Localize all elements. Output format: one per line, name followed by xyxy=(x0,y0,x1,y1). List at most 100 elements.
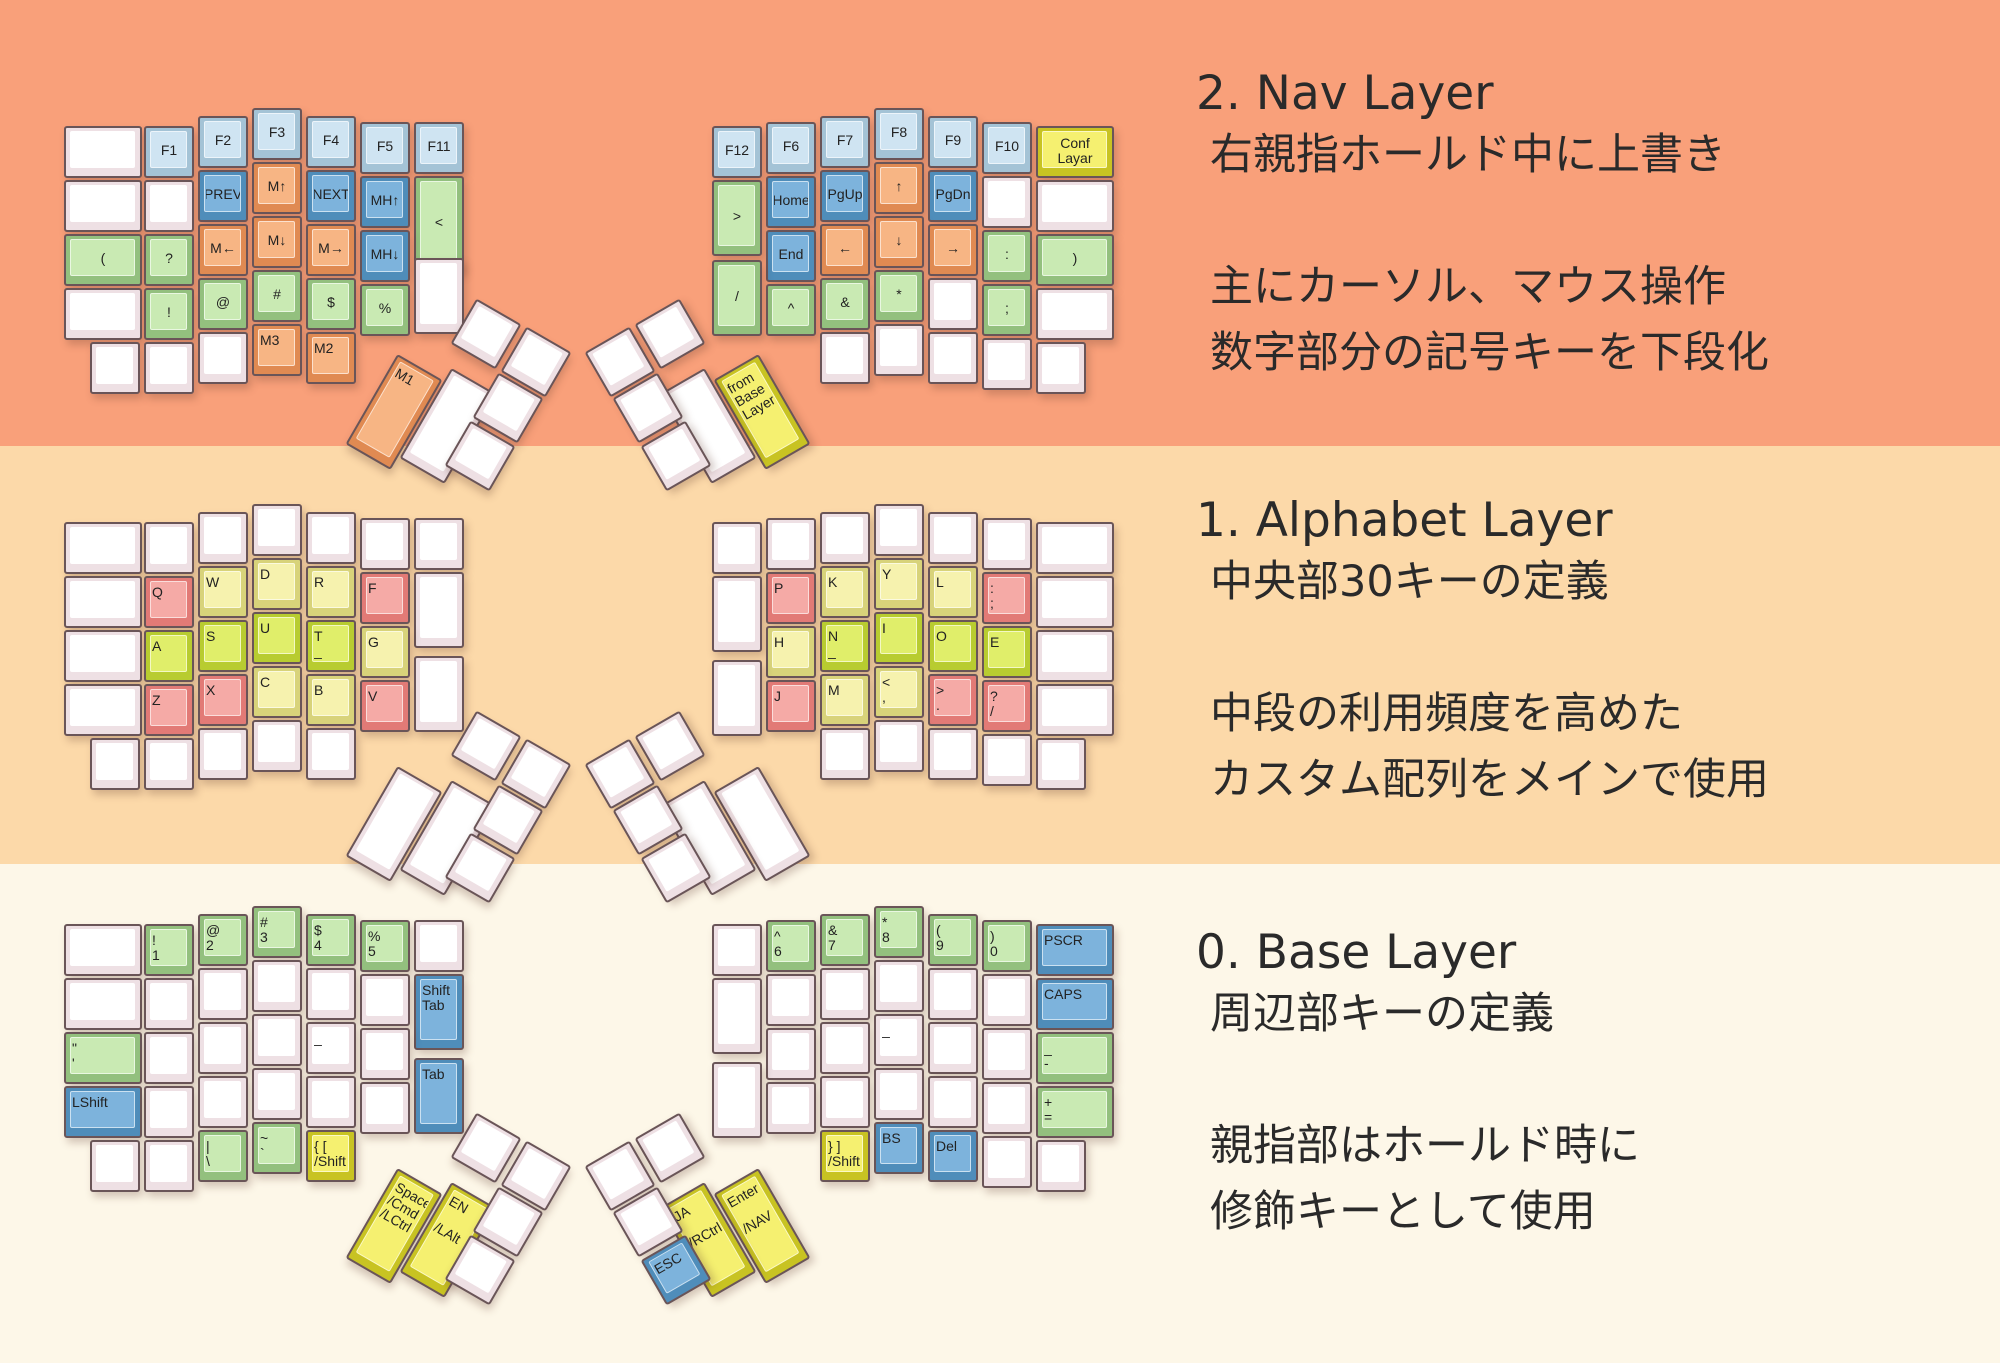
nav-left-r3-k5-label: % xyxy=(378,300,392,316)
base-right-bottom-k0: } ] /Shift xyxy=(820,1130,870,1182)
nav-left-r2-k3-label: M↓ xyxy=(267,232,287,248)
nav-right-r3-k0: / xyxy=(712,260,762,336)
alpha-right-r2-k2-label: N _ xyxy=(828,629,839,659)
alpha-left-r1-k2-label: W xyxy=(206,575,220,590)
nav-left-bottom-k4: M2 xyxy=(306,332,356,384)
alpha-right-r3-k5: ? / xyxy=(982,680,1032,732)
alpha-left-r0-k5 xyxy=(360,518,410,570)
nav-left-r3-k1: ! xyxy=(144,288,194,340)
alpha-left-r1-k5: F xyxy=(360,572,410,624)
base-right-r3-k6-label: + = xyxy=(1044,1095,1053,1125)
base-left-bottom-k2-label: | \ xyxy=(206,1139,210,1169)
base-left-bottom-k4-label: { [ /Shift xyxy=(314,1139,346,1169)
nav-left-r3-k2: @ xyxy=(198,278,248,330)
nav-right-r0-k6-label: Conf Layar xyxy=(1057,135,1093,166)
base-right-r3-k0 xyxy=(712,1062,762,1138)
base-left-bottom-k3-label: ~ ` xyxy=(260,1131,269,1161)
nav-right-r2-k6-label: ) xyxy=(1072,250,1078,266)
base-right-bottom-k1: BS xyxy=(874,1122,924,1174)
base-left-r3-k3 xyxy=(252,1068,302,1120)
nav-layer-description: 2. Nav Layer 右親指ホールド中に上書き 主にカーソル、マウス操作 数… xyxy=(1196,66,1976,386)
nav-right-r3-k2-label: & xyxy=(840,294,850,310)
alpha-left-r2-k3: U xyxy=(252,612,302,664)
base-right-r0-k6-label: PSCR xyxy=(1044,933,1083,948)
base-right-r3-k6: + = xyxy=(1036,1086,1114,1138)
alpha-left-r3-k2-label: X xyxy=(206,683,216,698)
alpha-right-r3-k4-label: > . xyxy=(936,683,945,713)
nav-right-r0-k2-label: F7 xyxy=(836,132,854,148)
nav-right-r1-k2: PgUp xyxy=(820,170,870,222)
alpha-right-r3-k1: J xyxy=(766,680,816,732)
nav-right-r0-k1-label: F6 xyxy=(782,138,800,154)
base-right-r0-k6: PSCR xyxy=(1036,924,1114,976)
alpha-left-r0-k6 xyxy=(414,518,464,570)
nav-right-r3-k3: * xyxy=(874,270,924,322)
base-left-r2-k5 xyxy=(360,1028,410,1080)
alpha-left-r3-k4: B xyxy=(306,674,356,726)
alphabet-layer-line-2: 中段の利用頻度を高めた xyxy=(1210,689,1683,739)
base-right-r0-k2-label: & 7 xyxy=(828,923,838,953)
alpha-left-r2-k5-label: G xyxy=(368,635,379,650)
alpha-left-r2-k2-label: S xyxy=(206,629,216,644)
nav-left-r2-k0: ( xyxy=(64,234,142,286)
alpha-left-r1-k0 xyxy=(64,576,142,628)
alpha-left-r2-k2: S xyxy=(198,620,248,672)
base-left-r3-k4 xyxy=(306,1076,356,1128)
base-right-r0-k0 xyxy=(712,924,762,976)
alpha-left-bottom-k4 xyxy=(306,728,356,780)
nav-right-r2-k3: ↓ xyxy=(874,216,924,268)
nav-left-r1-k5-label: MH↑ xyxy=(370,192,400,208)
base-right-r1-k3 xyxy=(874,960,924,1012)
nav-left-r3-k4-label: $ xyxy=(327,294,335,310)
base-right-r2-k5 xyxy=(982,1028,1032,1080)
base-left-r0-k1: ! 1 xyxy=(144,924,194,976)
nav-left-bottom-k3: M3 xyxy=(252,324,302,376)
nav-right-r0-k3: F8 xyxy=(874,108,924,160)
nav-layer-title: 2. Nav Layer xyxy=(1196,66,1494,121)
alpha-right-r2-k2: N _ xyxy=(820,620,870,672)
alpha-right-r3-k1-label: J xyxy=(774,689,781,704)
alpha-left-r1-k2: W xyxy=(198,566,248,618)
alpha-left-r3-k1-label: Z xyxy=(152,693,161,708)
base-left-r0-k2: @ 2 xyxy=(198,914,248,966)
alpha-right-r0-k2 xyxy=(820,512,870,564)
base-right-r0-k1: ^ 6 xyxy=(766,920,816,972)
base-left-r0-k3: # 3 xyxy=(252,906,302,958)
base-left-r0-k1-label: ! 1 xyxy=(152,933,160,963)
base-right-r2-k3: _ xyxy=(874,1014,924,1066)
base-right-bottom-k0-label: } ] /Shift xyxy=(828,1139,860,1169)
alpha-right-bottom-k4 xyxy=(1036,738,1086,790)
alpha-left-r1-k5-label: F xyxy=(368,581,377,596)
nav-left-r0-k4: F4 xyxy=(306,116,356,168)
alpha-left-r3-k3: C xyxy=(252,666,302,718)
nav-left-r0-k2-label: F2 xyxy=(214,132,232,148)
alpha-left-r3-k0 xyxy=(64,684,142,736)
nav-left-inner-tall xyxy=(414,258,464,334)
base-left-r2-k0-label: " ' xyxy=(72,1041,77,1071)
nav-left-r0-k3: F3 xyxy=(252,108,302,160)
base-right-bottom-k2: Del xyxy=(928,1130,978,1182)
nav-right-r0-k0: F12 xyxy=(712,126,762,178)
alpha-right-r2-k3: I xyxy=(874,612,924,664)
alpha-right-r3-k5-label: ? / xyxy=(990,689,998,719)
alpha-right-r2-k5: E xyxy=(982,626,1032,678)
base-right-r0-k4: ( 9 xyxy=(928,914,978,966)
base-right-r1-k2 xyxy=(820,968,870,1020)
nav-left-r0-k2: F2 xyxy=(198,116,248,168)
alpha-left-r0-k3 xyxy=(252,504,302,556)
alpha-left-bottom-k1 xyxy=(144,738,194,790)
nav-right-r1-k0-label: > xyxy=(732,208,742,224)
nav-left-r2-k4: M→ xyxy=(306,224,356,276)
alpha-right-r1-k5: : ; xyxy=(982,572,1032,624)
base-right-r1-k6: CAPS xyxy=(1036,978,1114,1030)
nav-right-r0-k4: F9 xyxy=(928,116,978,168)
nav-left-r2-k3: M↓ xyxy=(252,216,302,268)
base-left-bottom-k2: | \ xyxy=(198,1130,248,1182)
nav-left-r3-k2-label: @ xyxy=(215,294,231,310)
base-right-r2-k6: _ - xyxy=(1036,1032,1114,1084)
alpha-left-r0-k2 xyxy=(198,512,248,564)
nav-right-bottom-k3 xyxy=(982,338,1032,390)
base-left-r1-k1 xyxy=(144,978,194,1030)
nav-right-r1-k2-label: PgUp xyxy=(828,186,862,202)
base-layer-description: 0. Base Layer 周辺部キーの定義 親指部はホールド時に 修飾キーとし… xyxy=(1196,925,1976,1245)
